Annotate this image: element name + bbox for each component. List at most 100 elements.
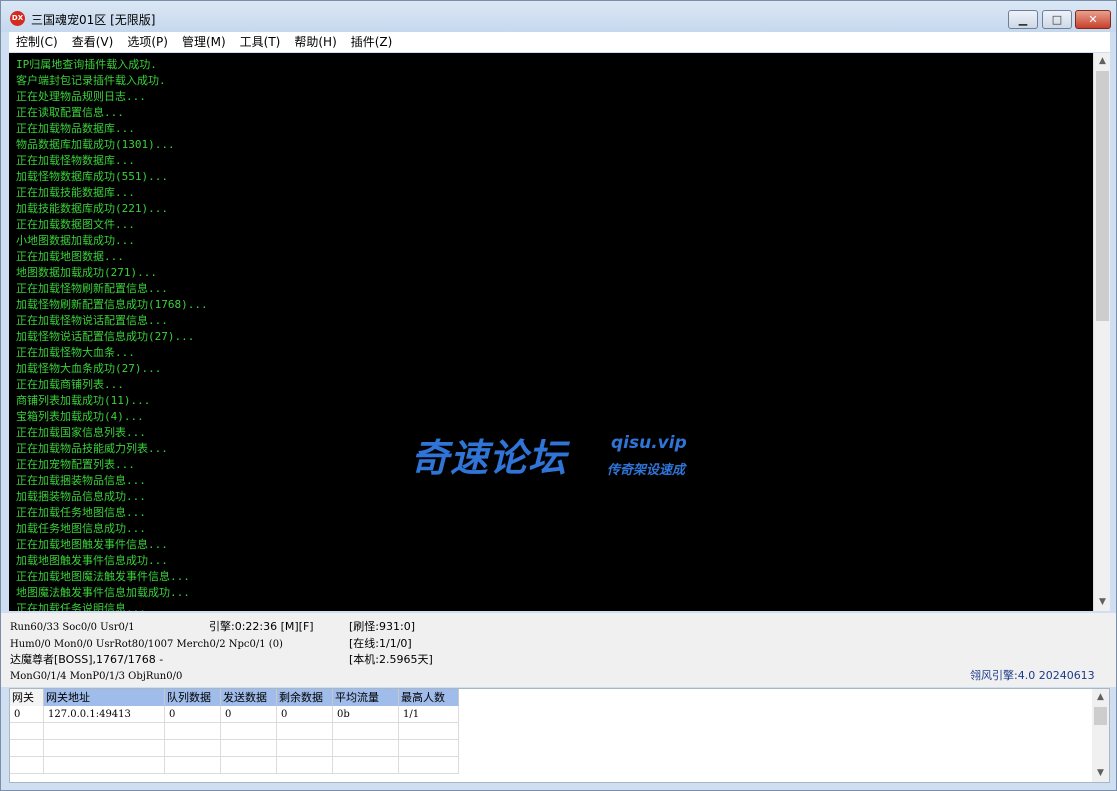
- run-stats: Run60/33 Soc0/0 Usr0/1: [10, 622, 135, 633]
- col-max-players[interactable]: 最高人数: [399, 689, 459, 706]
- log-line: 正在加载怪物说话配置信息...: [16, 314, 168, 327]
- log-line: 正在加载国家信息列表...: [16, 426, 146, 439]
- col-queue-data[interactable]: 队列数据: [165, 689, 221, 706]
- log-line: 加载怪物大血条成功(27)...: [16, 362, 162, 375]
- maximize-icon: □: [1051, 13, 1063, 26]
- empty-cell: [277, 740, 333, 757]
- menu-tools[interactable]: 工具(T): [233, 32, 288, 52]
- empty-cell: [165, 757, 221, 774]
- empty-cell: [399, 740, 459, 757]
- log-line: 正在加载物品数据库...: [16, 122, 135, 135]
- menu-control[interactable]: 控制(C): [9, 32, 65, 52]
- cell-max-players: 1/1: [399, 706, 459, 723]
- col-gateway[interactable]: 网关: [10, 689, 44, 706]
- empty-cell: [221, 723, 277, 740]
- log-line: 正在加载技能数据库...: [16, 186, 135, 199]
- app-icon[interactable]: DX: [10, 11, 25, 26]
- title-bar[interactable]: DX 三国魂宠01区 [无限版] ▁ □ ✕: [1, 1, 1116, 32]
- col-remaining-data[interactable]: 剩余数据: [277, 689, 333, 706]
- empty-cell: [333, 757, 399, 774]
- empty-cell: [44, 740, 165, 757]
- table-row-empty: [10, 723, 459, 740]
- empty-cell: [277, 757, 333, 774]
- col-send-data[interactable]: 发送数据: [221, 689, 277, 706]
- log-line: 加载怪物说话配置信息成功(27)...: [16, 330, 195, 343]
- menu-plugins[interactable]: 插件(Z): [344, 32, 400, 52]
- log-lines: IP归属地查询插件载入成功. 客户端封包记录插件载入成功. 正在处理物品规则日志..…: [16, 57, 1086, 611]
- log-line: 正在加宠物配置列表...: [16, 458, 135, 471]
- log-line: 正在加载怪物大血条...: [16, 346, 135, 359]
- mon-gen-stats: MonG0/1/4 MonP0/1/3 ObjRun0/0: [10, 671, 183, 682]
- table-row[interactable]: 0 127.0.0.1:49413 0 0 0 0b 1/1: [10, 706, 459, 723]
- log-line: 宝箱列表加载成功(4)...: [16, 410, 144, 423]
- engine-version: 翎风引擎:4.0 20240613: [970, 669, 1095, 682]
- empty-cell: [333, 740, 399, 757]
- cell-traffic: 0b: [333, 706, 399, 723]
- hum-stats: Hum0/0 Mon0/0 UsrRot80/1007 Merch0/2 Npc…: [10, 639, 283, 650]
- minimize-icon: ▁: [1018, 13, 1028, 26]
- engine-time: 引擎:0:22:36 [M][F]: [209, 620, 314, 633]
- maximize-button[interactable]: □: [1042, 10, 1072, 29]
- log-line: 正在加载商铺列表...: [16, 378, 124, 391]
- empty-cell: [165, 723, 221, 740]
- cell-gateway: 0: [10, 706, 44, 723]
- empty-cell: [10, 757, 44, 774]
- scroll-up-icon[interactable]: ▲: [1094, 53, 1110, 70]
- log-line: 正在加载任务地图信息...: [16, 506, 146, 519]
- table-row-empty: [10, 740, 459, 757]
- menu-help[interactable]: 帮助(H): [287, 32, 343, 52]
- log-line: 正在加载地图触发事件信息...: [16, 538, 168, 551]
- gateway-table-header: 网关 网关地址 队列数据 发送数据 剩余数据 平均流量 最高人数: [10, 689, 459, 706]
- col-average-traffic[interactable]: 平均流量: [333, 689, 399, 706]
- log-line: 正在加载数据图文件...: [16, 218, 135, 231]
- empty-cell: [399, 757, 459, 774]
- refresh-monsters: [刷怪:931:0]: [349, 620, 415, 633]
- empty-cell: [277, 723, 333, 740]
- empty-cell: [399, 723, 459, 740]
- empty-cell: [221, 740, 277, 757]
- log-scrollbar[interactable]: ▲ ▼: [1093, 53, 1110, 611]
- log-line: 加载任务地图信息成功...: [16, 522, 146, 535]
- cell-send: 0: [221, 706, 277, 723]
- close-button[interactable]: ✕: [1075, 10, 1111, 29]
- menu-bar: 控制(C) 查看(V) 选项(P) 管理(M) 工具(T) 帮助(H) 插件(Z…: [9, 32, 1110, 52]
- log-scroll-thumb[interactable]: [1096, 71, 1109, 321]
- table-scrollbar[interactable]: ▲ ▼: [1092, 689, 1109, 782]
- status-panel: Run60/33 Soc0/0 Usr0/1 引擎:0:22:36 [M][F]…: [1, 613, 1116, 687]
- table-row-empty: [10, 757, 459, 774]
- log-line: 加载地图触发事件信息成功...: [16, 554, 168, 567]
- log-line: IP归属地查询插件载入成功.: [16, 58, 157, 71]
- table-scroll-thumb[interactable]: [1094, 707, 1107, 725]
- log-line: 正在处理物品规则日志...: [16, 90, 146, 103]
- log-line: 正在加载任务说明信息...: [16, 602, 146, 611]
- table-scroll-down-icon[interactable]: ▼: [1092, 765, 1109, 782]
- menu-manage[interactable]: 管理(M): [175, 32, 233, 52]
- empty-cell: [44, 723, 165, 740]
- boss-info: 达魔尊者[BOSS],1767/1768 -: [10, 653, 164, 666]
- log-line: 小地图数据加载成功...: [16, 234, 135, 247]
- log-line: 商铺列表加载成功(11)...: [16, 394, 151, 407]
- log-line: 正在加载怪物数据库...: [16, 154, 135, 167]
- cell-remaining: 0: [277, 706, 333, 723]
- empty-cell: [165, 740, 221, 757]
- menu-view[interactable]: 查看(V): [65, 32, 121, 52]
- empty-cell: [221, 757, 277, 774]
- log-line: 正在加载地图魔法触发事件信息...: [16, 570, 190, 583]
- log-console[interactable]: IP归属地查询插件载入成功. 客户端封包记录插件载入成功. 正在处理物品规则日志..…: [9, 53, 1110, 611]
- log-line: 加载技能数据库成功(221)...: [16, 202, 168, 215]
- empty-cell: [10, 740, 44, 757]
- log-line: 加载怪物数据库成功(551)...: [16, 170, 168, 183]
- menu-options[interactable]: 选项(P): [120, 32, 175, 52]
- log-line: 正在加载捆装物品信息...: [16, 474, 146, 487]
- minimize-button[interactable]: ▁: [1008, 10, 1038, 29]
- uptime: [本机:2.5965天]: [349, 653, 433, 666]
- close-icon: ✕: [1088, 13, 1098, 26]
- cell-queue: 0: [165, 706, 221, 723]
- log-line: 正在读取配置信息...: [16, 106, 124, 119]
- scroll-down-icon[interactable]: ▼: [1094, 594, 1110, 611]
- log-line: 加载捆装物品信息成功...: [16, 490, 146, 503]
- log-line: 客户端封包记录插件载入成功.: [16, 74, 166, 87]
- log-line: 加载怪物刷新配置信息成功(1768)...: [16, 298, 208, 311]
- table-scroll-up-icon[interactable]: ▲: [1092, 689, 1109, 706]
- col-gateway-address[interactable]: 网关地址: [44, 689, 165, 706]
